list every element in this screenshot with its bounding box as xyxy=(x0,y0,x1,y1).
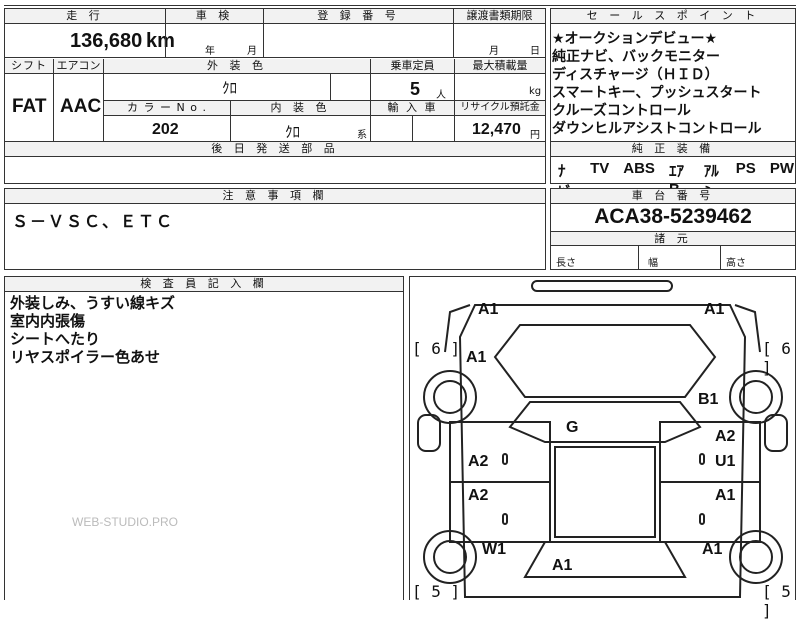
sales-point-item: ディスチャージ（ＨＩＤ） xyxy=(552,67,719,83)
import-header: 輸 入 車 xyxy=(371,101,454,116)
transfer-deadline-header: 譲渡書類期限 xyxy=(453,9,545,24)
door-right-front xyxy=(659,421,761,483)
tire-left-front xyxy=(423,370,477,424)
divider xyxy=(263,24,264,58)
sales-point-item: ★オークションデビュー★ xyxy=(552,31,718,47)
mark-door-left-rear: A2 xyxy=(468,487,489,504)
fender-right-front xyxy=(734,304,761,353)
length-label: 長さ xyxy=(556,258,576,269)
divider xyxy=(638,246,639,270)
inspector-line: リヤスポイラー色あせ xyxy=(10,348,161,366)
door-left-rear xyxy=(449,481,551,543)
mark-front-right: A1 xyxy=(704,301,725,318)
capacity-unit: 人 xyxy=(436,90,446,101)
mark-door-right-front-a: A2 xyxy=(715,428,736,445)
height-label: 高さ xyxy=(726,258,746,269)
mark-rear-center: A1 xyxy=(552,557,573,574)
ac-header: エアコン xyxy=(53,59,103,74)
max-load-unit: kg xyxy=(529,86,542,97)
divider xyxy=(53,74,54,142)
interior-color-header: 内 装 色 xyxy=(230,101,370,116)
mileage-unit: km xyxy=(146,30,175,52)
transfer-month-unit: 月 xyxy=(489,46,499,57)
inspection-year-unit: 年 xyxy=(205,46,215,57)
color-no-header: カ ラ ー N o . xyxy=(104,101,230,116)
car-diagram: [ 6 ] [ 6 ] [ 5 ] [ 5 ] A1 A1 A1 B1 G A2… xyxy=(409,276,796,620)
tire-right-front xyxy=(729,370,783,424)
sales-point-item: ダウンヒルアシストコントロール xyxy=(552,121,762,137)
divider xyxy=(230,101,231,142)
exterior-color-value: ｸﾛ xyxy=(222,79,238,97)
chassis-header: 車 台 番 号 xyxy=(551,189,795,204)
top-cutoff-row xyxy=(4,0,796,6)
recycle-header: リサイクル預託金 xyxy=(454,101,545,116)
car-outline-svg xyxy=(417,280,788,598)
shift-header: シフト xyxy=(5,59,53,74)
capacity-header: 乗車定員 xyxy=(370,59,454,74)
interior-color-value: ｸﾛ xyxy=(285,123,301,141)
divider xyxy=(453,24,454,58)
divider xyxy=(165,24,166,58)
sales-points-header: セ ー ル ス ポ イ ン ト xyxy=(551,9,795,24)
sales-points-list: ★オークションデビュー★ 純正ナビ、バックモニター ディスチャージ（ＨＩＤ） ス… xyxy=(552,30,761,138)
chassis-number: ACA38-5239462 xyxy=(594,205,752,228)
recycle-value: 12,470 xyxy=(472,121,521,138)
inspection-month-unit: 月 xyxy=(247,46,257,57)
interior-color-suffix: 系 xyxy=(357,130,367,141)
notes-value: Ｓ－ＶＳＣ、ＥＴＣ xyxy=(12,212,175,231)
capacity-value: 5 xyxy=(410,79,421,99)
car-hood xyxy=(493,324,717,398)
mileage-value: 136,680 xyxy=(70,30,143,52)
inspector-line: シートへたり xyxy=(10,330,101,348)
mark-fender-right-rear: A1 xyxy=(702,541,723,558)
tire-right-rear-tread: [ 5 ] xyxy=(762,582,791,620)
sales-point-item: スマートキー、プッシュスタート xyxy=(552,85,762,101)
sales-point-item: 純正ナビ、バックモニター xyxy=(552,49,720,65)
watermark: WEB-STUDIO.PRO xyxy=(72,515,179,529)
car-rear-window xyxy=(523,541,687,578)
mark-door-right-front-b: U1 xyxy=(715,453,736,470)
equipment-header: 純 正 装 備 xyxy=(551,142,795,157)
inspector-line: 外装しみ、うすい線キズ xyxy=(10,294,176,312)
divider xyxy=(412,116,413,142)
mileage-header: 走 行 xyxy=(5,9,165,24)
sales-point-item: クルーズコントロール xyxy=(552,103,691,119)
max-load-header: 最大積載量 xyxy=(454,59,545,74)
mark-fender-left-front: A1 xyxy=(466,349,487,366)
tire-left-rear-tread: [ 5 ] xyxy=(412,582,461,601)
mark-fender-left-rear: W1 xyxy=(482,541,506,558)
ac-value: AAC xyxy=(60,96,102,117)
mark-front-left: A1 xyxy=(478,301,499,318)
mark-fender-right-front: B1 xyxy=(698,391,719,408)
tire-right-rear xyxy=(729,530,783,584)
door-left-front xyxy=(449,421,551,483)
notes-header: 注 意 事 項 欄 xyxy=(5,189,545,204)
tire-left-front-tread: [ 6 ] xyxy=(412,339,461,358)
transfer-day-unit: 日 xyxy=(530,46,540,57)
registration-header: 登 録 番 号 xyxy=(263,9,453,24)
front-bumper xyxy=(531,280,673,292)
color-no-value: 202 xyxy=(152,121,179,138)
inspection-header: 車 検 xyxy=(165,9,263,24)
divider xyxy=(330,74,331,100)
shift-value: FAT xyxy=(12,96,47,117)
dims-header: 諸 元 xyxy=(551,231,795,246)
exterior-color-header: 外 装 色 xyxy=(104,59,370,74)
mark-door-right-rear: A1 xyxy=(715,487,736,504)
inspector-line: 室内内張傷 xyxy=(10,312,86,330)
car-roof xyxy=(554,446,656,538)
width-label: 幅 xyxy=(648,258,658,269)
tire-right-front-tread: [ 6 ] xyxy=(762,339,791,377)
divider xyxy=(720,246,721,270)
mark-door-left-front: A2 xyxy=(468,453,489,470)
mark-roof: G xyxy=(566,419,579,436)
recycle-unit: 円 xyxy=(530,130,540,141)
later-parts-header: 後 日 発 送 部 品 xyxy=(5,142,545,157)
inspector-header: 検 査 員 記 入 欄 xyxy=(5,277,403,292)
inspector-notes: 外装しみ、うすい線キズ 室内内張傷 シートへたり リヤスポイラー色あせ xyxy=(10,294,175,366)
